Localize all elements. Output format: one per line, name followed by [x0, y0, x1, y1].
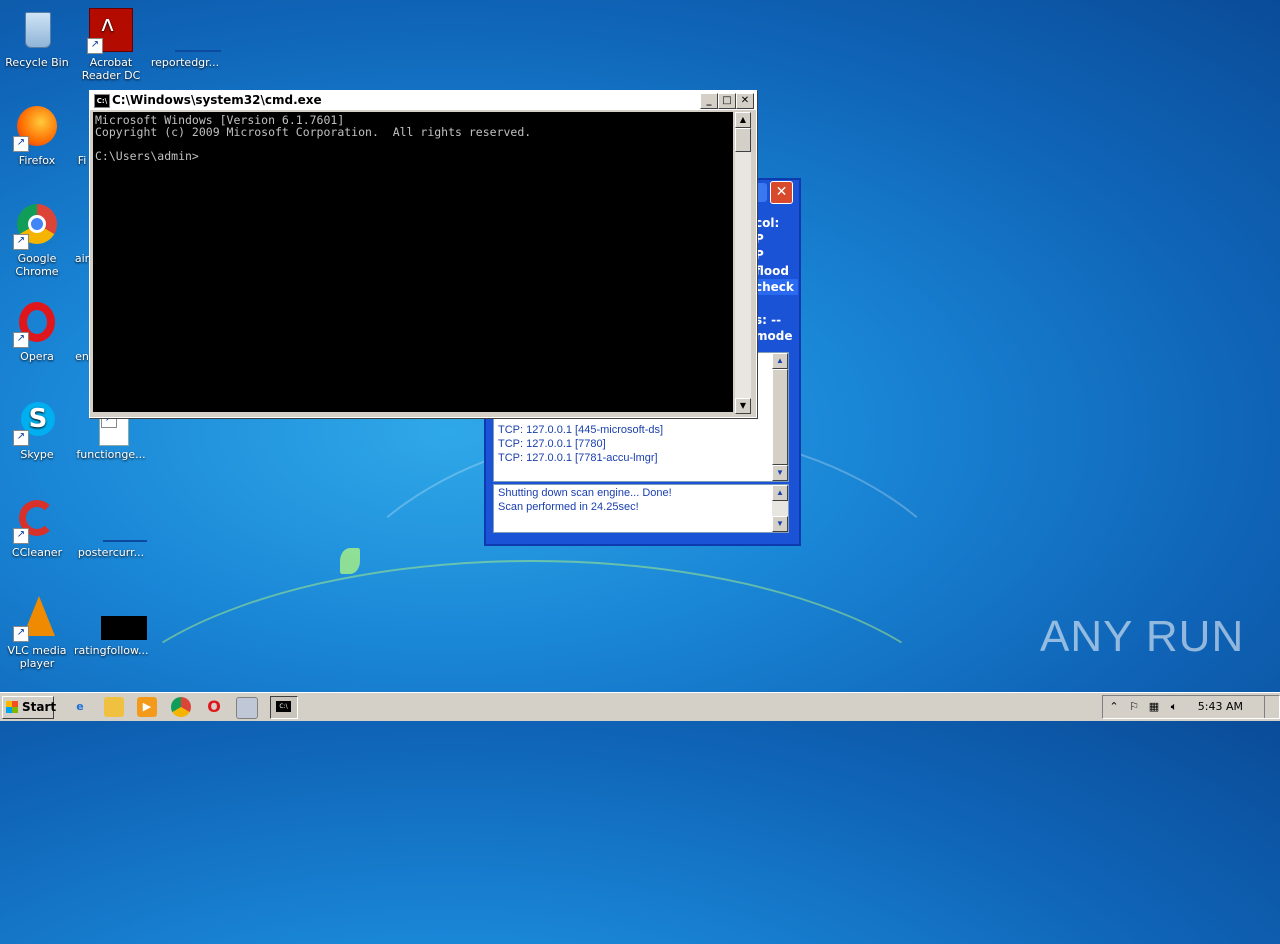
desktop-icon-chrome[interactable]: ↗ Google Chrome [0, 202, 74, 278]
recycle-bin-icon [13, 6, 61, 54]
file-icon [87, 496, 147, 544]
start-button[interactable]: Start [2, 696, 56, 719]
system-tray: ⌃ ⚐ ▦ 🔈︎ 5:43 AM [1102, 695, 1280, 719]
desktop-icon-reportedgr[interactable]: reportedgr... [148, 6, 222, 69]
desktop-icon-label: Google Chrome [15, 252, 59, 278]
shortcut-arrow-icon: ↗ [13, 430, 29, 446]
scroll-up-arrow-icon[interactable]: ▲ [735, 112, 751, 128]
show-desktop-button[interactable] [1264, 696, 1279, 718]
cmd-scrollbar[interactable]: ▲ ▼ [735, 112, 751, 414]
desktop-icon-label: air [74, 252, 90, 265]
list-item: TCP: 127.0.0.1 [445-microsoft-ds] [498, 424, 664, 436]
console-line: Copyright (c) 2009 Microsoft Corporation… [95, 125, 532, 139]
console-prompt: C:\Users\admin> [95, 149, 199, 163]
window-title: C:\Windows\system32\cmd.exe [112, 93, 322, 107]
action-center-flag-icon[interactable]: ⚐ [1127, 700, 1141, 714]
desktop-icon-label: VLC media player [7, 644, 67, 670]
cmd-title-bar[interactable]: C:\ C:\Windows\system32\cmd.exe _ □ ✕ [90, 91, 756, 110]
maximize-button[interactable]: □ [718, 93, 736, 109]
desktop-icon-label: ratingfollow... [74, 644, 149, 657]
shortcut-arrow-icon: ↗ [13, 626, 29, 642]
desktop-icon-label: Acrobat Reader DC [81, 56, 141, 82]
desktop-icon-skype[interactable]: S ↗ Skype [0, 398, 74, 461]
scroll-up-arrow-icon[interactable]: ▲ [772, 353, 788, 369]
desktop-icon-label: functionge... [76, 448, 146, 461]
desktop-icon-vlc[interactable]: ↗ VLC media player [0, 594, 74, 670]
desktop-icon-label: en [75, 350, 89, 363]
shortcut-arrow-icon: ↗ [13, 332, 29, 348]
desktop-icon-postercurr[interactable]: postercurr... [74, 496, 148, 559]
desktop-icon-label: Fi [77, 154, 87, 167]
desktop-icon-partial[interactable]: Fi [74, 104, 90, 167]
desktop-icon-label: postercurr... [77, 546, 145, 559]
cmd-app-icon: C:\ [94, 94, 110, 108]
wallpaper-logo [340, 548, 360, 574]
shortcut-arrow-icon: ↗ [13, 136, 29, 152]
scroll-thumb[interactable] [735, 128, 751, 152]
desktop-icon-acrobat[interactable]: ᴧ ↗ Acrobat Reader DC [74, 6, 148, 82]
opera-icon: ↗ [13, 300, 61, 348]
ie-icon[interactable]: e [70, 697, 90, 717]
log-line: Shutting down scan engine... Done! [498, 487, 672, 499]
scroll-up-arrow-icon[interactable]: ▲ [772, 485, 788, 501]
shortcut-arrow-icon: ↗ [13, 234, 29, 250]
scroll-down-arrow-icon[interactable]: ▼ [772, 465, 788, 481]
desktop-icon-label: Opera [20, 350, 54, 363]
desktop-icon-firefox[interactable]: ↗ Firefox [0, 104, 74, 167]
console-output[interactable]: Microsoft Windows [Version 6.1.7601] Cop… [93, 112, 733, 412]
windows-logo-icon [6, 701, 18, 713]
desktop-icon-ccleaner[interactable]: ↗ CCleaner [0, 496, 74, 559]
results-scrollbar[interactable]: ▲ ▼ [772, 353, 788, 481]
list-item: TCP: 127.0.0.1 [7780] [498, 438, 606, 450]
desktop-icon-partial[interactable]: en [74, 300, 90, 363]
log-line: Scan performed in 24.25sec! [498, 501, 639, 513]
desktop-icon-label: Skype [20, 448, 54, 461]
show-hidden-icons-icon[interactable]: ⌃ [1107, 700, 1121, 714]
skype-icon: S ↗ [13, 398, 61, 446]
explorer-icon[interactable] [104, 697, 124, 717]
ccleaner-icon: ↗ [13, 496, 61, 544]
taskbar: Start e ▶ O C:\ ⌃ ⚐ ▦ 🔈︎ 5:43 AM [0, 692, 1280, 721]
log-scrollbar[interactable]: ▲ ▼ [772, 485, 788, 532]
port-scanner-taskbar-icon[interactable] [236, 697, 258, 719]
clock[interactable]: 5:43 AM [1198, 700, 1243, 713]
scroll-down-arrow-icon[interactable]: ▼ [772, 516, 788, 532]
desktop-icon-label: CCleaner [11, 546, 63, 559]
scanner-close-button[interactable]: ✕ [770, 181, 793, 204]
desktop-icon-label: Recycle Bin [5, 56, 69, 69]
desktop-icon-label: Firefox [18, 154, 56, 167]
scanner-options-label: col: P P flood check [755, 215, 798, 295]
acrobat-icon: ᴧ ↗ [87, 6, 135, 54]
scroll-thumb[interactable] [772, 369, 788, 465]
scan-log[interactable]: Shutting down scan engine... Done! Scan … [493, 484, 789, 533]
desktop-icon-opera[interactable]: ↗ Opera [0, 300, 74, 363]
vlc-icon: ↗ [13, 594, 61, 642]
opera-icon[interactable]: O [204, 697, 224, 717]
cmd-window[interactable]: C:\ C:\Windows\system32\cmd.exe _ □ ✕ Mi… [89, 90, 757, 418]
chrome-icon[interactable] [171, 697, 191, 717]
chrome-icon: ↗ [13, 202, 61, 250]
scroll-down-arrow-icon[interactable]: ▼ [735, 398, 751, 414]
firefox-icon: ↗ [13, 104, 61, 152]
desktop-icon-ratingfollow[interactable]: ratingfollow... [74, 594, 149, 657]
network-icon[interactable]: ▦ [1147, 700, 1161, 714]
desktop-icon-recycle-bin[interactable]: Recycle Bin [0, 6, 74, 69]
volume-icon[interactable]: 🔈︎ [1167, 700, 1181, 714]
file-icon [161, 6, 221, 54]
file-icon [87, 594, 147, 642]
list-item: TCP: 127.0.0.1 [7781-accu-lmgr] [498, 452, 658, 464]
scanner-status-label: s: -- mode [755, 313, 793, 343]
desktop-icon-label: reportedgr... [150, 56, 220, 69]
close-button[interactable]: ✕ [736, 93, 754, 109]
anyrun-watermark: ANY RUN [1040, 612, 1245, 661]
cmd-taskbar-icon[interactable]: C:\ [270, 696, 298, 719]
shortcut-arrow-icon: ↗ [87, 38, 103, 54]
media-player-icon[interactable]: ▶ [137, 697, 157, 717]
desktop-icon-partial[interactable]: air [74, 202, 90, 265]
shortcut-arrow-icon: ↗ [13, 528, 29, 544]
minimize-button[interactable]: _ [700, 93, 718, 109]
